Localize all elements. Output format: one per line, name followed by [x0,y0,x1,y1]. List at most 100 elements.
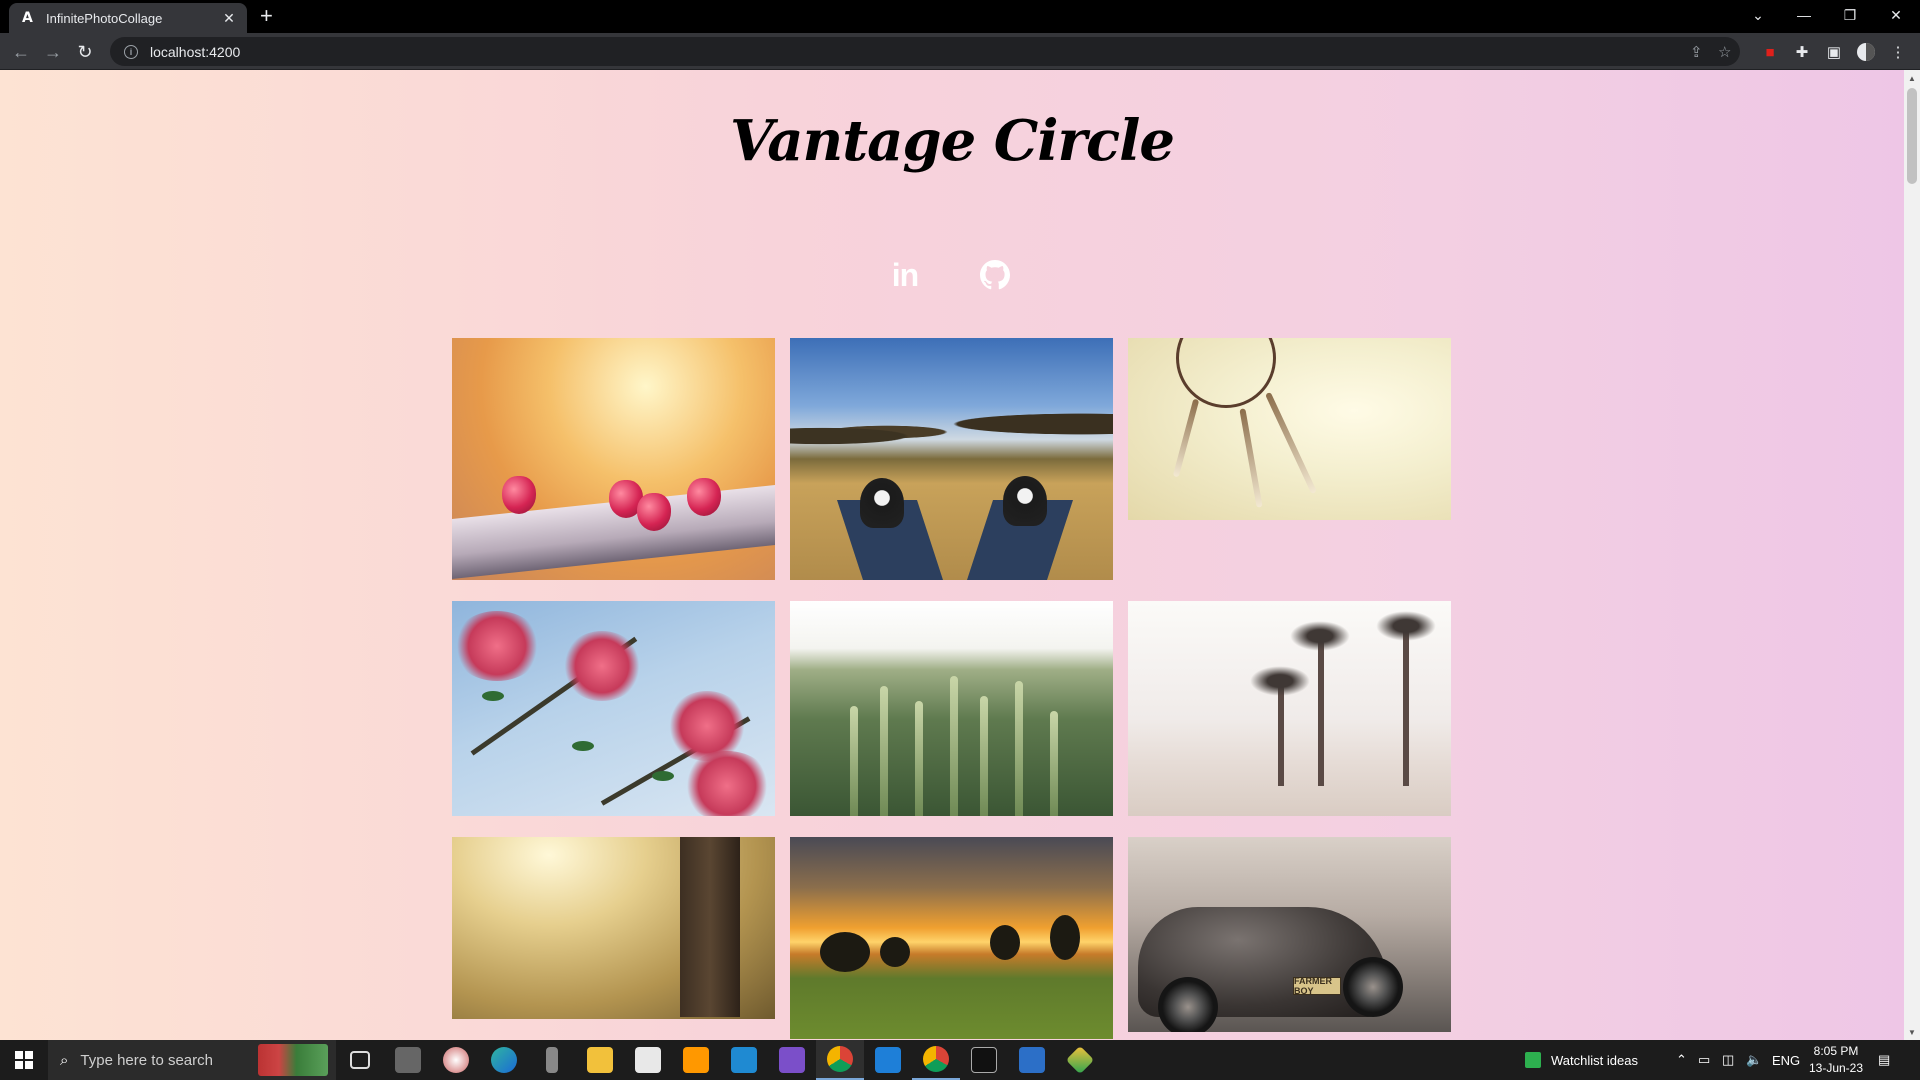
license-plate: FARMER BOY [1293,976,1341,996]
address-bar[interactable]: i localhost:4200 ⇪ ☆ [110,37,1740,66]
minimize-icon[interactable]: — [1781,0,1827,30]
tab-title: InfinitePhotoCollage [46,10,163,26]
wheat-stalk [950,676,958,816]
volume-icon[interactable]: 🔈 [1746,1040,1762,1080]
wheat-stalk [1015,681,1023,816]
photo-sunlit-meadow[interactable] [452,837,775,1019]
clock-date: 13-Jun-23 [1808,1061,1864,1075]
wooden-post [680,837,740,1017]
page-scrollbar[interactable]: ▲ ▼ [1904,70,1920,1040]
profile-avatar-icon[interactable] [1856,42,1876,62]
windows-taskbar: ⌕ Type here to search Watchlist ideas ⌃ … [0,1040,1920,1080]
search-highlight-image [258,1044,328,1076]
photo-palm-trees[interactable] [1128,601,1451,816]
git-icon[interactable] [1056,1040,1104,1080]
feather [1172,398,1200,478]
palm-frond [1250,666,1310,696]
linkedin-icon[interactable]: in [885,255,925,295]
close-icon[interactable]: ✕ [1873,0,1919,30]
stock-watchlist-icon [1525,1052,1541,1068]
scroll-down-icon[interactable]: ▼ [1904,1024,1920,1040]
photo-raspberries[interactable] [452,338,775,580]
palm-frond [1376,611,1436,641]
side-panel-icon[interactable]: ▣ [1824,42,1844,62]
terminal-icon[interactable] [960,1040,1008,1080]
bookmark-star-icon[interactable]: ☆ [1718,37,1731,66]
snipping-tool-icon[interactable] [384,1040,432,1080]
wheat-stalk [915,701,923,816]
chrome-icon[interactable] [816,1040,864,1080]
store-icon[interactable] [624,1040,672,1080]
search-placeholder: Type here to search [80,1051,213,1069]
browser-menu-icon[interactable]: ⋮ [1888,42,1908,62]
tree [880,937,910,967]
reload-icon[interactable]: ↻ [72,39,98,65]
pdf-extension-icon[interactable]: ■ [1760,42,1780,62]
palm-trunk [1318,631,1324,786]
raspberry [502,476,536,514]
leaf [572,741,594,751]
back-icon[interactable]: ← [8,39,34,65]
widget-watchlist[interactable]: Watchlist ideas [1525,1040,1638,1080]
language-indicator[interactable]: ENG [1772,1040,1800,1080]
treeline [790,408,1113,448]
tree [820,932,870,972]
scroll-thumb[interactable] [1907,88,1917,184]
site-info-icon[interactable]: i [124,44,138,59]
browser-toolbar: ← → ↻ i localhost:4200 ⇪ ☆ ■ ✚ ▣ ⋮ [0,33,1920,70]
chrome-profile-icon[interactable] [912,1040,960,1080]
mail-icon[interactable] [864,1040,912,1080]
palm-trunk [1403,621,1409,786]
task-view-icon[interactable] [336,1040,384,1080]
flower-cluster [562,631,642,701]
browser-tab[interactable]: A InfinitePhotoCollage ✕ [9,3,247,33]
photo-sunset-trees[interactable] [790,837,1113,1039]
share-icon[interactable]: ⇪ [1690,37,1703,66]
photo-sneakers-field[interactable] [790,338,1113,580]
new-tab-icon[interactable]: + [260,4,273,28]
flower-cluster [682,751,772,816]
photo-vintage-car[interactable]: FARMER BOY [1128,837,1451,1032]
usb-device-icon[interactable] [528,1040,576,1080]
raspberry [637,493,671,531]
wheat-stalk [980,696,988,816]
vscode-icon[interactable] [720,1040,768,1080]
wheat-stalk [850,706,858,816]
feather [1265,391,1317,495]
tab-close-icon[interactable]: ✕ [221,10,237,27]
taskbar-search-box[interactable]: ⌕ Type here to search [48,1040,336,1080]
edge-icon[interactable] [480,1040,528,1080]
restore-icon[interactable]: ❐ [1827,0,1873,30]
file-explorer-icon[interactable] [576,1040,624,1080]
windows-start-icon[interactable] [0,1040,48,1080]
photo-pink-flowers[interactable] [452,601,775,816]
paint-icon[interactable] [432,1040,480,1080]
scroll-up-icon[interactable]: ▲ [1904,70,1920,86]
taskbar-clock[interactable]: 8:05 PM 13-Jun-23 [1800,1043,1872,1077]
tree [990,925,1020,960]
tab-search-icon[interactable]: ⌄ [1735,0,1781,30]
search-icon: ⌕ [60,1051,69,1069]
car-wheel [1158,977,1218,1032]
forward-icon[interactable]: → [40,39,66,65]
github-icon[interactable] [975,255,1015,295]
leaf [652,771,674,781]
sublime-text-icon[interactable] [672,1040,720,1080]
network-icon[interactable]: ◫ [1722,1040,1734,1080]
tray-chevron-icon[interactable]: ⌃ [1676,1040,1687,1080]
dreamcatcher-hoop [1176,338,1276,408]
notification-center-icon[interactable]: ▤ [1878,1040,1890,1080]
visual-studio-icon[interactable] [768,1040,816,1080]
photos-icon[interactable] [1008,1040,1056,1080]
leaf [482,691,504,701]
clock-time: 8:05 PM [1813,1044,1859,1058]
flower-cluster [452,611,542,681]
angular-favicon-icon: A [22,10,33,26]
photo-wheat-field[interactable] [790,601,1113,816]
browser-tab-strip: A InfinitePhotoCollage ✕ + ⌄ — ❐ ✕ [0,0,1920,33]
widget-label: Watchlist ideas [1551,1052,1638,1068]
photo-dreamcatcher[interactable] [1128,338,1451,520]
battery-icon[interactable]: ▭ [1698,1040,1710,1080]
feather [1239,408,1263,508]
extensions-puzzle-icon[interactable]: ✚ [1792,42,1812,62]
